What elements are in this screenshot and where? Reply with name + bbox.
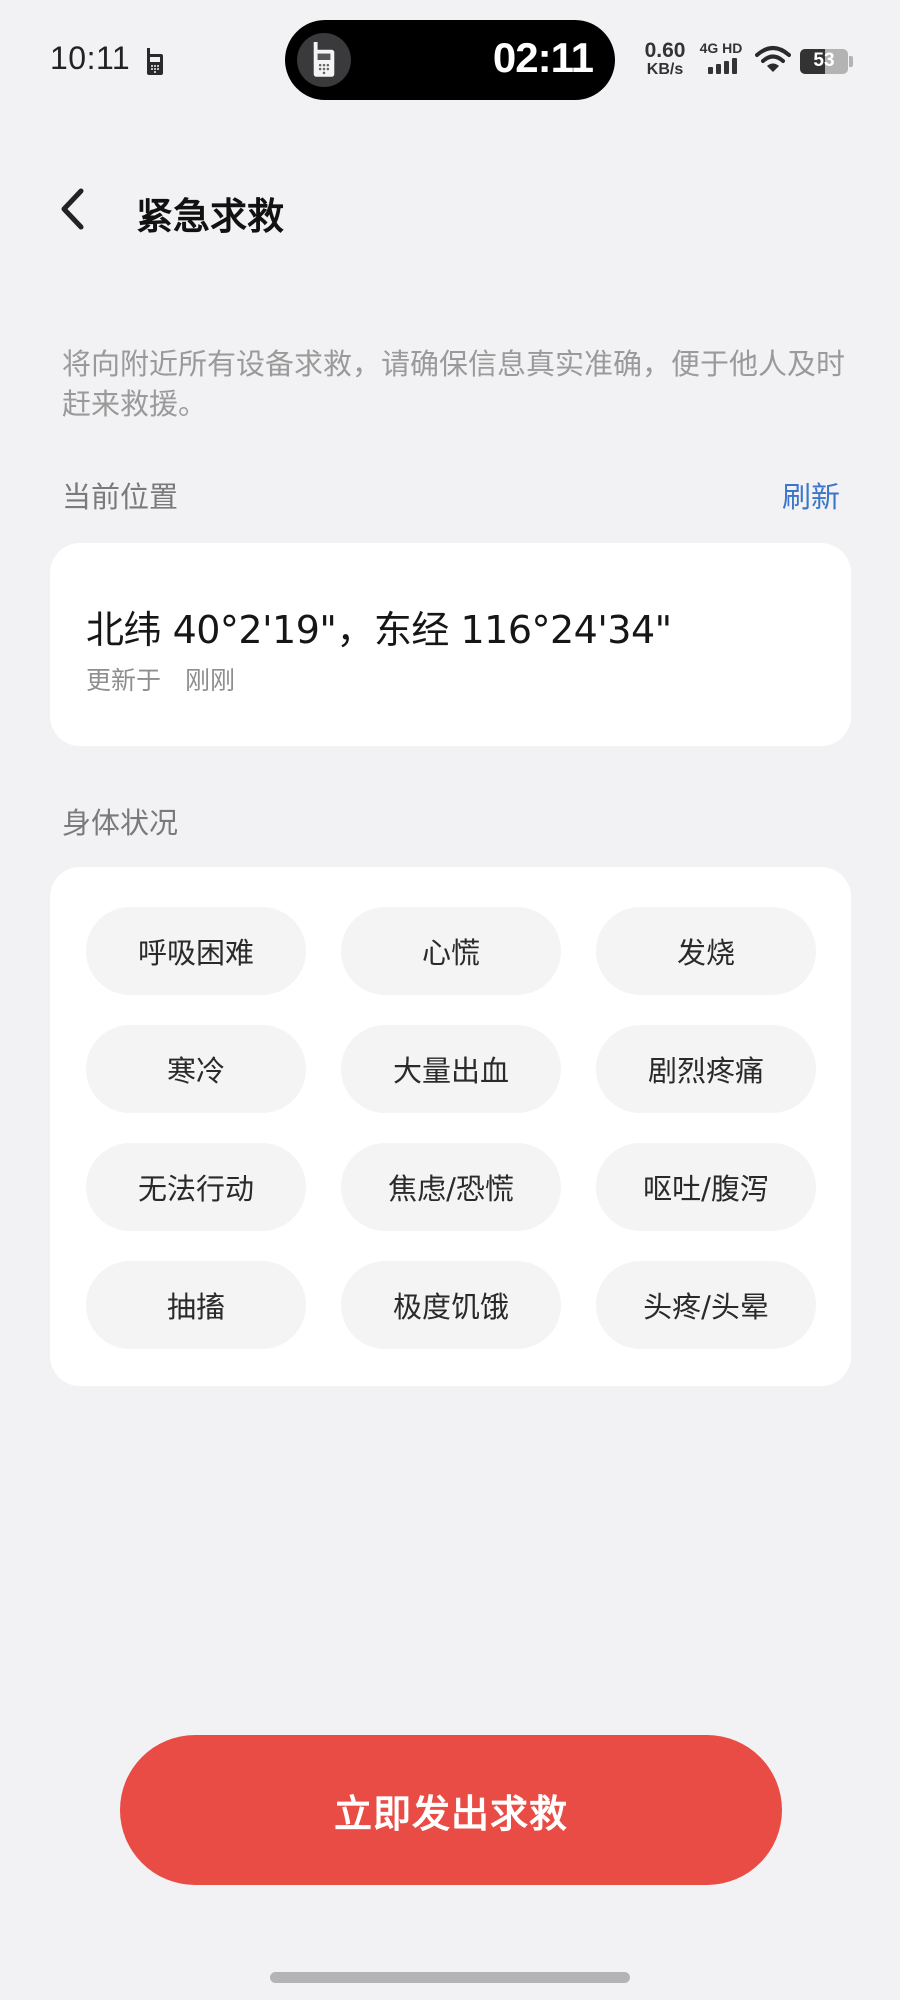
network-type: 4G HD [699,40,743,56]
condition-chip[interactable]: 呕吐/腹泻 [596,1143,816,1231]
refresh-button[interactable]: 刷新 [782,474,840,516]
condition-chip[interactable]: 大量出血 [341,1025,561,1113]
call-duration: 02:11 [492,34,594,81]
condition-chip[interactable]: 极度饥饿 [341,1261,561,1349]
condition-chip[interactable]: 焦虑/恐慌 [341,1143,561,1231]
battery-percent: 53 [813,50,835,71]
condition-chip[interactable]: 寒冷 [86,1025,306,1113]
chevron-left-icon [61,188,84,230]
condition-chip[interactable]: 头疼/头晕 [596,1261,816,1349]
condition-chip[interactable]: 发烧 [596,907,816,995]
updated-prefix: 更新于 [86,666,162,695]
network-speed-unit: KB/s [646,61,684,78]
location-updated: 更新于 刚刚 [86,661,235,697]
location-card: 北纬 40°2'19"，东经 116°24'34" 更新于 刚刚 [50,543,851,746]
location-coordinates: 北纬 40°2'19"，东经 116°24'34" [86,608,672,652]
status-time: 10:11 [50,40,131,76]
battery-nub [849,56,853,67]
network-speed: 0.60 KB/s [640,40,690,78]
send-sos-button[interactable]: 立即发出求救 [120,1735,782,1885]
condition-chip[interactable]: 呼吸困难 [86,907,306,995]
condition-card: 呼吸困难 心慌 发烧 寒冷 大量出血 剧烈疼痛 无法行动 焦虑/恐慌 呕吐/腹泻… [50,867,851,1386]
home-indicator[interactable] [270,1972,630,1983]
phone-call-icon [313,42,335,77]
page-title: 紧急求救 [136,195,284,238]
battery-icon: 53 [800,49,848,74]
condition-chip[interactable]: 心慌 [341,907,561,995]
updated-value: 刚刚 [185,666,236,695]
dynamic-island[interactable]: 02:11 [285,20,615,100]
call-indicator [297,33,351,87]
location-section-label: 当前位置 [62,480,179,514]
condition-options: 呼吸困难 心慌 发烧 寒冷 大量出血 剧烈疼痛 无法行动 焦虑/恐慌 呕吐/腹泻… [86,907,816,1349]
description-text: 将向附近所有设备求救，请确保信息真实准确，便于他人及时赶来救援。 [62,347,846,421]
condition-chip[interactable]: 无法行动 [86,1143,306,1231]
network-speed-value: 0.60 [644,39,686,62]
condition-section-label: 身体状况 [62,806,179,840]
signal-icon [708,58,737,74]
back-button[interactable] [52,184,92,234]
wifi-icon [755,46,791,72]
condition-chip[interactable]: 剧烈疼痛 [596,1025,816,1113]
condition-chip[interactable]: 抽搐 [86,1261,306,1349]
phone-call-icon [147,48,163,75]
